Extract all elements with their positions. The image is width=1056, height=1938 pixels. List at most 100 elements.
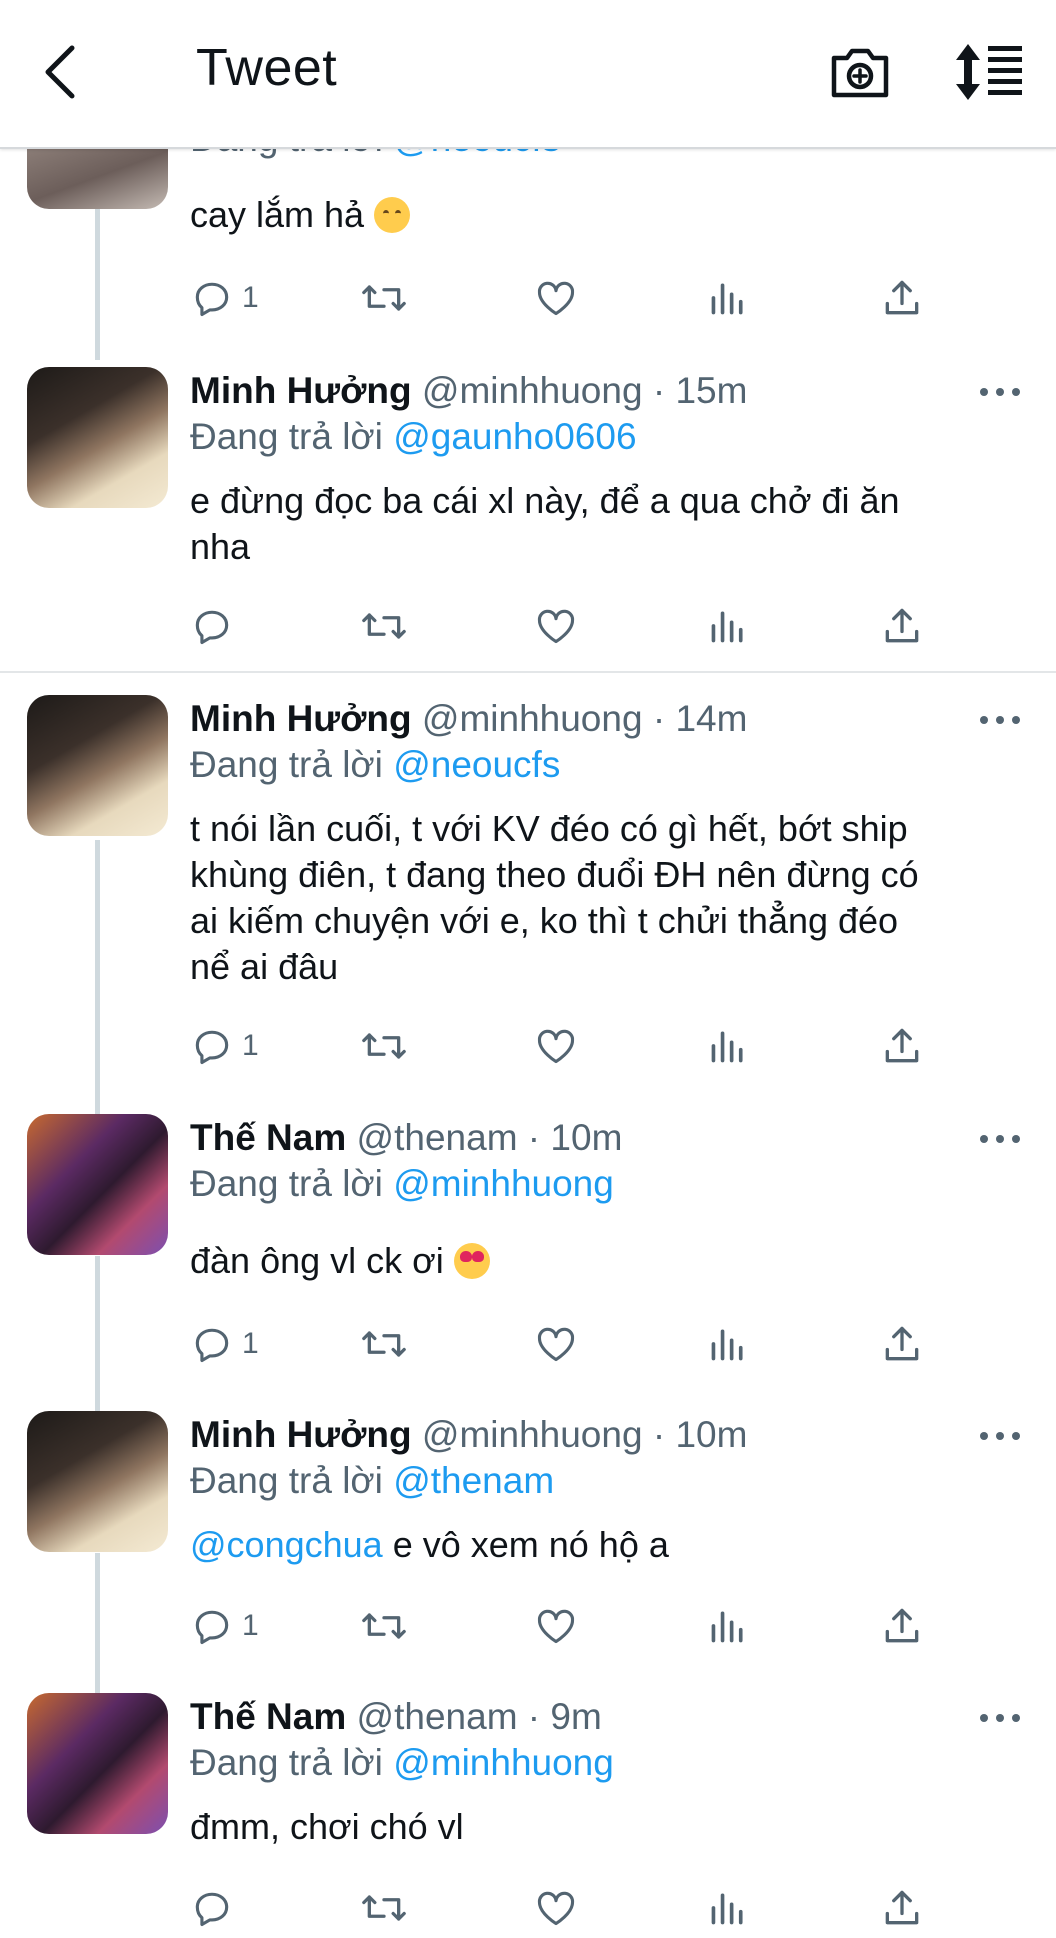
- timestamp: 14m: [675, 698, 748, 739]
- analytics-button[interactable]: [708, 596, 748, 656]
- share-button[interactable]: [880, 1016, 924, 1076]
- timestamp: 15m: [675, 370, 748, 411]
- retweet-button[interactable]: [360, 1016, 408, 1076]
- bar-chart-icon: [711, 1329, 743, 1361]
- bar-chart-icon: [711, 611, 743, 643]
- share-button[interactable]: [880, 1878, 924, 1938]
- bar-chart-icon: [711, 1031, 743, 1063]
- handle: @minhhuong: [421, 370, 643, 411]
- share-button[interactable]: [880, 596, 924, 656]
- retweet-button[interactable]: [360, 1596, 408, 1656]
- reply-mention[interactable]: @minhhuong: [393, 1742, 614, 1783]
- tweet-actions: [190, 1878, 950, 1938]
- reply-mention[interactable]: @minhhuong: [393, 1163, 614, 1204]
- tweet-text: e đừng đọc ba cái xl này, để a qua chở đ…: [190, 480, 900, 567]
- back-button[interactable]: [28, 36, 92, 108]
- avatar[interactable]: [27, 1693, 168, 1834]
- retweet-button[interactable]: [360, 1878, 408, 1938]
- retweet-icon: [362, 1331, 406, 1357]
- chevron-left-icon: [45, 45, 75, 99]
- reply-mention[interactable]: @neoucfs: [393, 744, 560, 785]
- like-button[interactable]: [534, 1878, 578, 1938]
- sort-list-icon: [956, 44, 1022, 100]
- timestamp: 9m: [550, 1696, 602, 1737]
- share-icon: [885, 1608, 919, 1643]
- bar-chart-icon: [711, 1611, 743, 1643]
- reply-button[interactable]: [190, 596, 242, 656]
- retweet-button[interactable]: [360, 596, 408, 656]
- display-name[interactable]: Minh Hưởng: [190, 698, 412, 739]
- avatar[interactable]: [27, 1114, 168, 1255]
- heart-icon: [537, 1029, 575, 1064]
- reply-button[interactable]: 1: [190, 1314, 259, 1374]
- reply-button[interactable]: 1: [190, 1596, 259, 1656]
- heart-icon: [537, 1327, 575, 1362]
- share-button[interactable]: [880, 1596, 924, 1656]
- heart-icon: [537, 1891, 575, 1926]
- tweet-actions: 1: [190, 268, 950, 328]
- analytics-button[interactable]: [708, 1314, 748, 1374]
- tweet-text: đàn ông vl ck ơi: [190, 1238, 1020, 1284]
- display-name[interactable]: Thế Nam: [190, 1696, 346, 1737]
- tweet-text: cay lắm hả: [190, 192, 1020, 238]
- reply-mention[interactable]: @gaunho0606: [393, 416, 636, 457]
- analytics-button[interactable]: [708, 1596, 748, 1656]
- more-options-icon[interactable]: [978, 1426, 1022, 1446]
- heart-icon: [537, 281, 575, 316]
- like-button[interactable]: [534, 596, 578, 656]
- reply-icon: [195, 1892, 229, 1927]
- avatar[interactable]: [27, 367, 168, 508]
- more-options-icon[interactable]: [978, 382, 1022, 402]
- camera-button[interactable]: [828, 42, 892, 102]
- like-button[interactable]: [534, 268, 578, 328]
- reply-icon: [195, 282, 229, 317]
- handle: @minhhuong: [421, 1414, 643, 1455]
- share-button[interactable]: [880, 268, 924, 328]
- tweet-header: Minh Hưởng @minhhuong · 10m: [190, 1414, 748, 1455]
- thread-line: [95, 1553, 100, 1695]
- share-button[interactable]: [880, 1314, 924, 1374]
- tweet-header: Thế Nam @thenam · 10m: [190, 1117, 623, 1158]
- analytics-button[interactable]: [708, 1016, 748, 1076]
- like-button[interactable]: [534, 1016, 578, 1076]
- more-options-icon[interactable]: [978, 710, 1022, 730]
- reply-icon: [195, 610, 229, 645]
- thread-line: [95, 1256, 100, 1418]
- tweet-feed: Đang trả lời @neoucfs cay lắm hả 1 Minh …: [0, 0, 1056, 1927]
- reply-to: Đang trả lời @gaunho0606: [190, 416, 637, 457]
- tweet-actions: 1: [190, 1596, 950, 1656]
- reply-button[interactable]: [190, 1878, 234, 1938]
- more-options-icon[interactable]: [978, 1708, 1022, 1728]
- display-name[interactable]: Minh Hưởng: [190, 1414, 412, 1455]
- retweet-icon: [362, 1895, 406, 1921]
- tweet-text: t nói lần cuối, t với KV đéo có gì hết, …: [190, 808, 919, 987]
- like-button[interactable]: [534, 1596, 578, 1656]
- heart-eyes-emoji-icon: [453, 1243, 490, 1279]
- handle: @thenam: [356, 1696, 518, 1737]
- retweet-button[interactable]: [360, 268, 408, 328]
- reply-button[interactable]: 1: [190, 268, 259, 328]
- reply-to: Đang trả lời @thenam: [190, 1460, 555, 1501]
- analytics-button[interactable]: [708, 268, 748, 328]
- tweet-actions: [190, 596, 950, 656]
- heart-icon: [537, 609, 575, 644]
- avatar[interactable]: [27, 695, 168, 836]
- sort-button[interactable]: [952, 40, 1028, 104]
- display-name[interactable]: Thế Nam: [190, 1117, 346, 1158]
- display-name[interactable]: Minh Hưởng: [190, 370, 412, 411]
- bar-chart-icon: [711, 283, 743, 315]
- like-button[interactable]: [534, 1314, 578, 1374]
- reply-icon: [195, 1610, 229, 1645]
- reply-button[interactable]: 1: [190, 1016, 259, 1076]
- retweet-button[interactable]: [360, 1314, 408, 1374]
- reply-to: Đang trả lời @minhhuong: [190, 1742, 614, 1783]
- tweet-text: @congchua e vô xem nó hộ a: [190, 1524, 669, 1565]
- more-options-icon[interactable]: [978, 1129, 1022, 1149]
- share-icon: [885, 1326, 919, 1361]
- analytics-button[interactable]: [708, 1878, 748, 1938]
- avatar[interactable]: [27, 1411, 168, 1552]
- mention-link[interactable]: @congchua: [190, 1524, 383, 1565]
- reply-to: Đang trả lời @minhhuong: [190, 1163, 614, 1204]
- reply-mention[interactable]: @thenam: [393, 1460, 554, 1501]
- retweet-icon: [362, 613, 406, 639]
